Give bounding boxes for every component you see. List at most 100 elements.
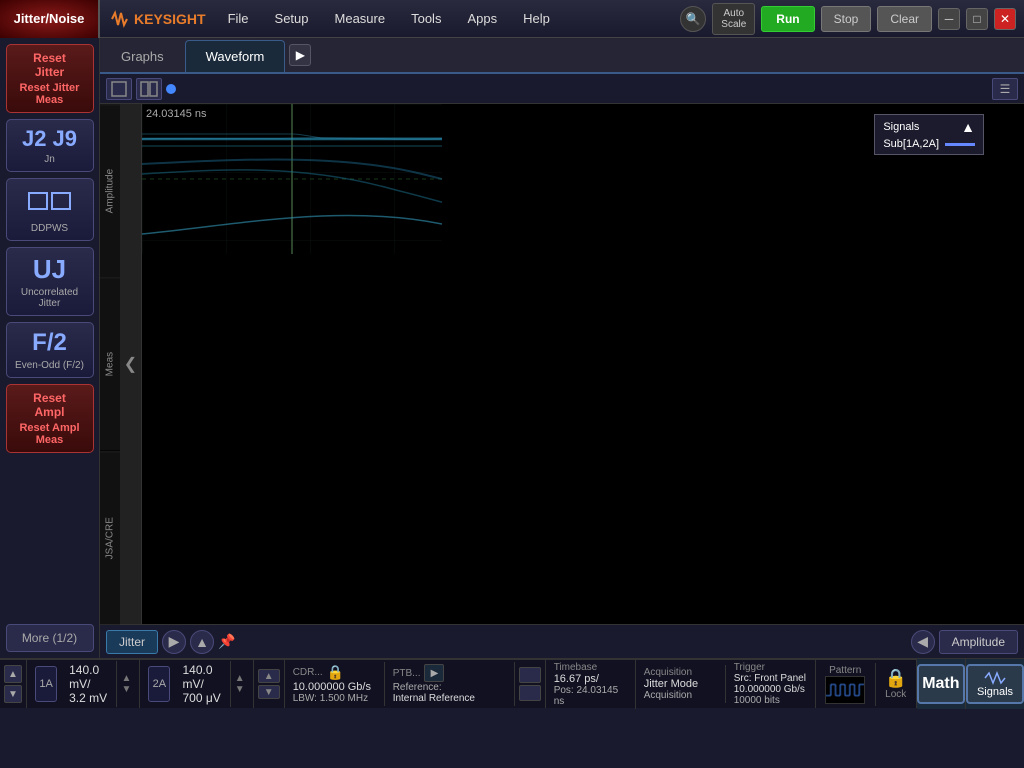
ch2-indicator[interactable]: 2A (148, 666, 170, 702)
left-nav-area: ▲ ▼ (0, 660, 27, 708)
search-icon: 🔍 (686, 12, 701, 26)
pattern-label: Pattern (829, 665, 861, 676)
trigger-block[interactable]: Trigger Src: Front Panel 10.000000 Gb/s … (726, 660, 816, 708)
waveform-menu-button[interactable]: ☰ (992, 78, 1018, 100)
menu-setup[interactable]: Setup (263, 5, 321, 32)
status-bar: ▲ ▼ 1A 140.0 mV/ 3.2 mV ▲ ▼ 2A 140.0 mV/… (0, 658, 1024, 708)
search-button[interactable]: 🔍 (680, 6, 706, 32)
ch1-down-arrow[interactable]: ▼ (121, 685, 131, 695)
tab-area: Graphs Waveform ▶ ☰ Ampl (100, 38, 1024, 658)
math-block[interactable]: Math (917, 659, 966, 709)
signal-name: Sub[1A,2A] (883, 138, 939, 150)
trig-down-button[interactable]: ▼ (258, 685, 280, 699)
waveform-grid[interactable]: TJ Histogram ◄ F1 24.03145 ns Sig (142, 104, 1024, 624)
ch1-indicator[interactable]: 1A (35, 666, 57, 702)
stop-button[interactable]: Stop (821, 6, 872, 32)
vendor-name: KEYSIGHT (134, 11, 206, 27)
menu-file[interactable]: File (216, 5, 261, 32)
tabs-header: Graphs Waveform ▶ (100, 38, 1024, 74)
scroll-left-button[interactable]: ◀ (911, 630, 935, 654)
reset-amplitude-button[interactable]: ResetAmpl Reset AmplMeas (6, 384, 94, 453)
cdr-title: CDR... (293, 667, 323, 678)
ch2-down-arrow[interactable]: ▼ (235, 685, 245, 695)
signals-label: Signals (977, 686, 1013, 698)
grid-single-button[interactable] (106, 78, 132, 100)
scroll-up-button[interactable]: ▲ (190, 630, 214, 654)
menu-help[interactable]: Help (511, 5, 562, 32)
run-button[interactable]: Run (761, 6, 814, 32)
ch1-values: 140.0 mV/ 3.2 mV (61, 661, 117, 707)
jitter-play-button[interactable]: ▶ (162, 630, 186, 654)
more-button[interactable]: More (1/2) (6, 624, 94, 652)
cdr-block[interactable]: CDR... 🔒 10.000000 Gb/s LBW: 1.500 MHz (285, 662, 385, 706)
pattern-block[interactable]: Pattern (816, 663, 876, 706)
tab-graphs[interactable]: Graphs (100, 40, 185, 72)
timebase-title: Timebase (554, 662, 627, 673)
ch2-up-arrow[interactable]: ▲ (235, 674, 245, 684)
cdr-val: 10.000000 Gb/s (293, 681, 376, 693)
pattern-display (825, 676, 865, 704)
signals-button[interactable]: Signals (966, 664, 1024, 704)
cdr-header: CDR... 🔒 (293, 664, 376, 681)
minimize-button[interactable]: ─ (938, 8, 960, 30)
ptb-block[interactable]: PTB... ▶ Reference: Internal Reference (385, 662, 515, 706)
tab-waveform[interactable]: Waveform (185, 40, 286, 72)
ch1-up-arrow[interactable]: ▲ (121, 674, 131, 684)
menu-apps[interactable]: Apps (455, 5, 509, 32)
clear-button[interactable]: Clear (877, 6, 932, 32)
ptb-settings-button[interactable]: ▶ (424, 664, 444, 682)
status-down-button[interactable]: ▼ (4, 685, 22, 703)
waveform-play-button[interactable]: ▶ (289, 44, 311, 66)
maximize-button[interactable]: □ (966, 8, 988, 30)
ddpws-label: DDPWS (11, 223, 89, 234)
signals-legend: Signals ▲ Sub[1A,2A] (874, 114, 984, 155)
autoscale-button[interactable]: Auto Scale (712, 3, 755, 35)
acquisition-mode: Jitter Mode (644, 678, 717, 690)
ddpws-button[interactable]: DDPWS (6, 178, 94, 241)
f2-label: Even-Odd (F/2) (11, 360, 89, 371)
signals-btn-block[interactable]: Signals (966, 659, 1024, 709)
acquisition-block[interactable]: Acquisition Jitter Mode Acquisition (636, 665, 726, 703)
lock-block[interactable]: 🔒 Lock (876, 660, 917, 708)
menu-tools[interactable]: Tools (399, 5, 453, 32)
ptb-btn1[interactable] (519, 667, 541, 683)
ptb-btn2[interactable] (519, 685, 541, 701)
grid-dual-button[interactable] (136, 78, 162, 100)
amplitude-section-button[interactable]: Amplitude (939, 630, 1018, 654)
jn-label: Jn (11, 154, 89, 165)
timebase-block[interactable]: Timebase 16.67 ps/ Pos: 24.03145 ns (546, 660, 636, 709)
jitter-section-button[interactable]: Jitter (106, 630, 158, 654)
pin-button[interactable]: 📌 (218, 633, 235, 650)
app-title: Jitter/Noise (14, 11, 85, 26)
channel-dot (166, 84, 176, 94)
trig-up-button[interactable]: ▲ (258, 669, 280, 683)
chevron-left-icon: ❮ (124, 354, 137, 374)
reset-jitter-button[interactable]: ResetJitter Reset JitterMeas (6, 44, 94, 113)
menu-items: File Setup Measure Tools Apps Help (216, 5, 681, 32)
f2-button[interactable]: F/2 Even-Odd (F/2) (6, 322, 94, 378)
y-axis-labels: Amplitude Meas JSA/CRE (100, 104, 120, 624)
math-button[interactable]: Math (917, 664, 965, 704)
timebase-pos: Pos: 24.03145 ns (554, 685, 627, 707)
menu-measure[interactable]: Measure (323, 5, 398, 32)
uj-label: UncorrelatedJitter (11, 287, 89, 309)
acquisition-acq: Acquisition (644, 690, 717, 701)
meas-axis-label: Meas (100, 277, 120, 450)
status-up-button[interactable]: ▲ (4, 665, 22, 683)
jn-button[interactable]: J2 J9 Jn (6, 119, 94, 172)
collapse-button[interactable]: ❮ (120, 104, 142, 624)
lock-label: Lock (885, 689, 906, 700)
waveform-toolbar: ☰ (100, 74, 1024, 104)
cdr-lbw: LBW: 1.500 MHz (293, 693, 376, 704)
status-arrows: ▲ ▼ (4, 665, 22, 703)
ch2-val1: 140.0 mV/ (182, 663, 221, 691)
ch1-block: 1A 140.0 mV/ 3.2 mV ▲ ▼ (27, 660, 140, 708)
dual-grid-icon (140, 80, 158, 98)
signals-chevron-icon[interactable]: ▲ (961, 119, 975, 135)
close-button[interactable]: ✕ (994, 8, 1016, 30)
uj-icon: UJ (11, 254, 89, 285)
uj-button[interactable]: UJ UncorrelatedJitter (6, 247, 94, 316)
reset-jitter-label: Reset JitterMeas (11, 82, 89, 106)
signals-wave-icon (983, 670, 1007, 686)
keysight-wave-icon (110, 9, 130, 29)
